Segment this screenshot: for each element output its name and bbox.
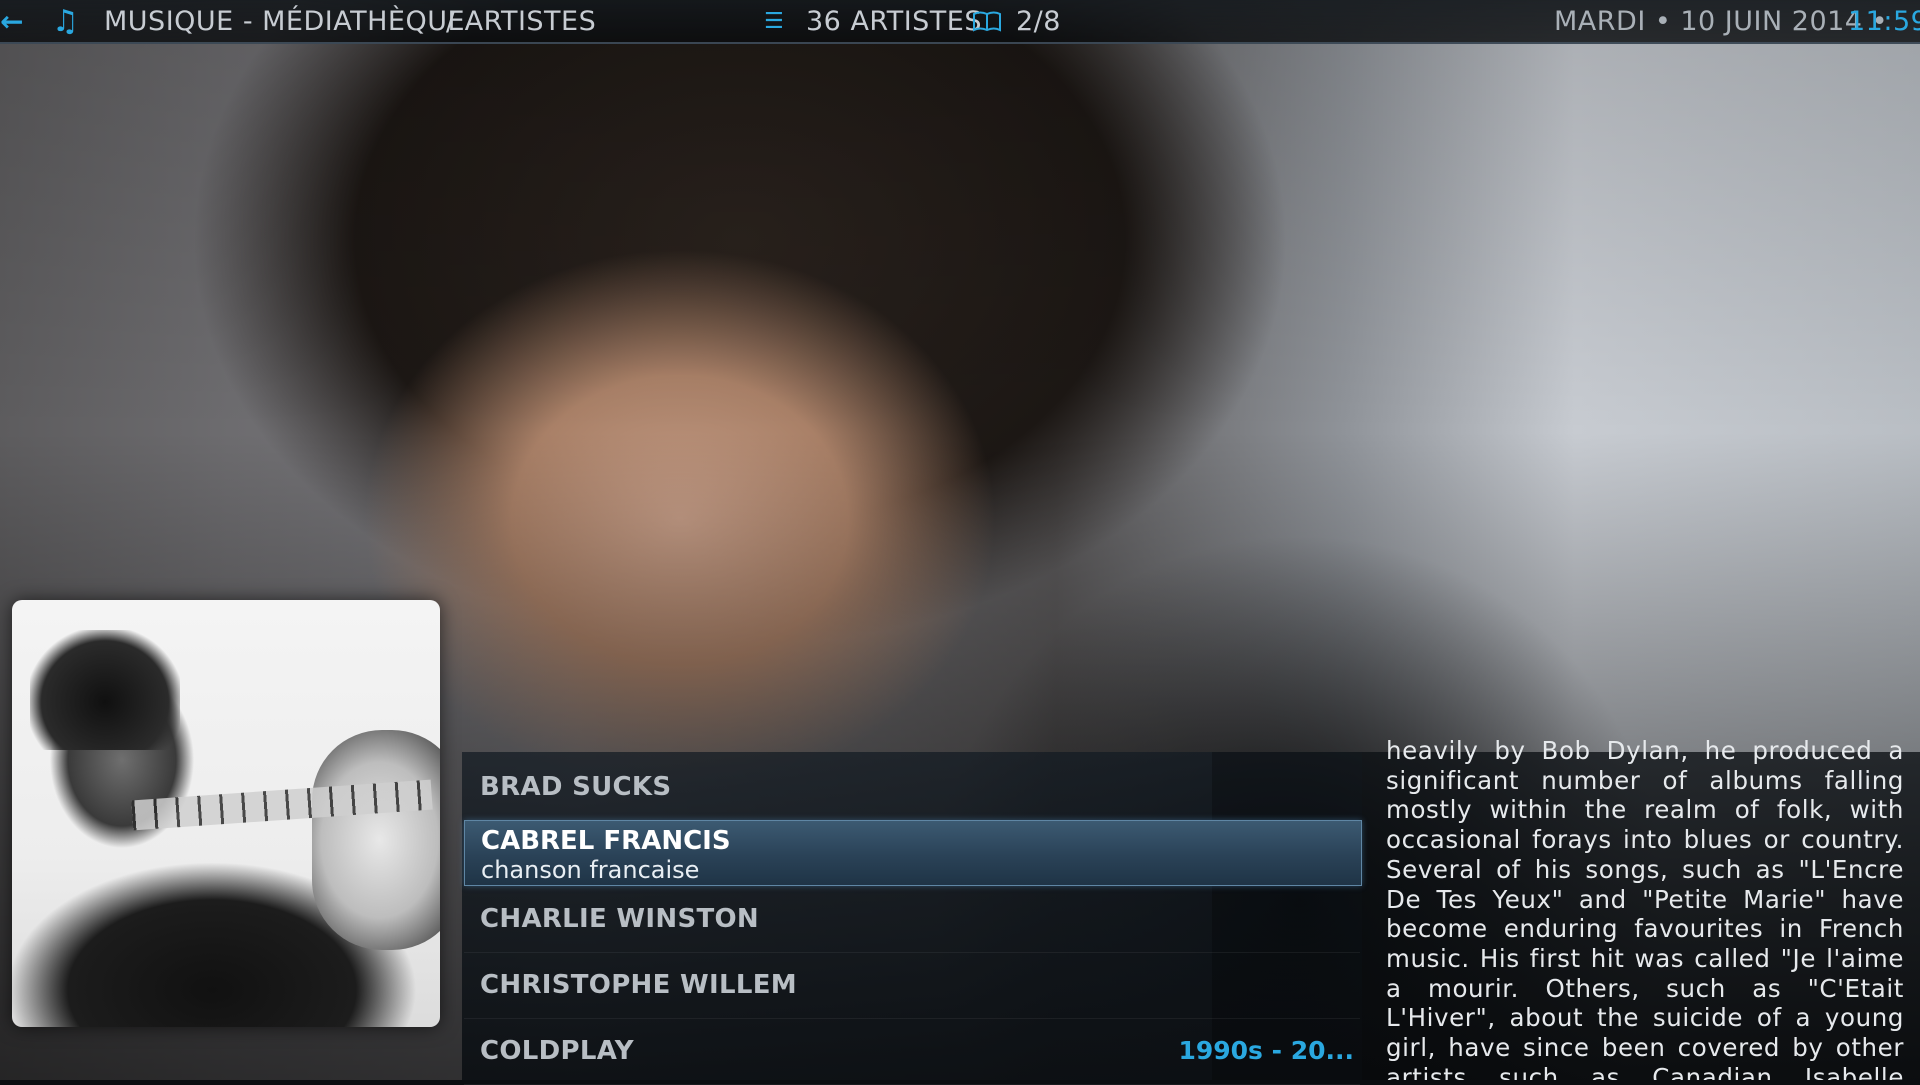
list-item-selected[interactable]: CABREL FRANCIS chanson francaise <box>464 820 1362 886</box>
artist-biography: heavily by Bob Dylan, he produced a sign… <box>1386 736 1904 1080</box>
artist-name: COLDPLAY <box>480 1036 634 1066</box>
artist-years: 1990s - 20... <box>1178 1036 1354 1065</box>
book-icon-svg <box>973 11 1001 32</box>
top-bar: ← ♫ MUSIQUE - MÉDIATHÈQUE / ARTISTES ☰ 3… <box>0 0 1920 44</box>
thumbnail-guitar-body <box>312 730 440 950</box>
list-icon: ☰ <box>764 8 785 34</box>
artist-genre: chanson francaise <box>481 856 700 884</box>
artist-name: CABREL FRANCIS <box>481 826 731 856</box>
artist-thumbnail <box>12 600 440 1027</box>
list-item[interactable]: BRAD SUCKS <box>464 756 1360 821</box>
music-note-icon: ♫ <box>52 3 80 39</box>
thumbnail-figure <box>30 630 180 750</box>
breadcrumb: / ARTISTES <box>446 5 597 37</box>
list-item[interactable]: CHRISTOPHE WILLEM <box>464 954 1360 1019</box>
clock: 11:59 <box>1848 5 1920 37</box>
list-item[interactable]: CHARLIE WINSTON <box>464 888 1360 953</box>
book-icon <box>972 0 1002 42</box>
artist-name: CHARLIE WINSTON <box>480 904 759 934</box>
page-indicator: 2/8 <box>1016 5 1061 37</box>
back-arrow-icon[interactable]: ← <box>0 0 24 42</box>
list-item[interactable]: COLDPLAY 1990s - 20... <box>464 1020 1360 1085</box>
date-display: MARDI • 10 JUIN 2014 • <box>1554 5 1888 37</box>
artist-name: BRAD SUCKS <box>480 772 672 802</box>
artist-name: CHRISTOPHE WILLEM <box>480 970 797 1000</box>
item-count: 36 ARTISTES <box>806 5 982 37</box>
section-title: MUSIQUE - MÉDIATHÈQUE <box>104 5 466 37</box>
